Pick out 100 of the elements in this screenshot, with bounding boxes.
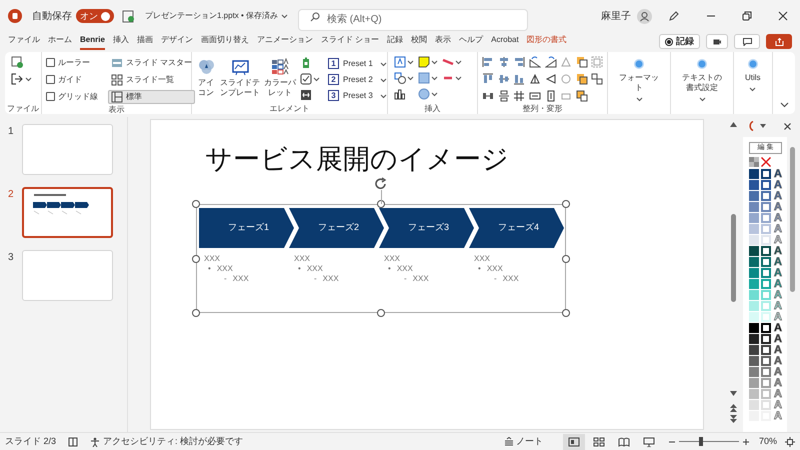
resize-handle[interactable]: [562, 309, 570, 317]
close-icon[interactable]: [778, 11, 788, 21]
slide-thumbnail[interactable]: [22, 187, 113, 238]
font-color-swatch[interactable]: A: [773, 268, 783, 278]
outline-swatch[interactable]: [761, 367, 771, 377]
outline-swatch[interactable]: [761, 180, 771, 190]
book-icon[interactable]: [68, 436, 78, 446]
collapse-ribbon-icon[interactable]: [780, 102, 789, 108]
outline-swatch[interactable]: [761, 323, 771, 333]
same-width-icon[interactable]: [528, 90, 541, 102]
color-swatch[interactable]: [749, 202, 759, 212]
outline-swatch[interactable]: [761, 334, 771, 344]
resize-handle[interactable]: [192, 254, 200, 262]
zoom-out-icon[interactable]: [668, 438, 675, 444]
preset-button[interactable]: 3 Preset 3: [328, 89, 387, 102]
sticky-note-button[interactable]: [418, 56, 438, 68]
color-swatch[interactable]: [749, 180, 759, 190]
shapes-button[interactable]: [394, 72, 414, 84]
font-color-swatch[interactable]: A: [773, 246, 783, 256]
outline-swatch[interactable]: [761, 202, 771, 212]
camera-button[interactable]: [706, 34, 728, 49]
record-button[interactable]: 記録: [659, 34, 700, 49]
font-color-swatch[interactable]: A: [773, 279, 783, 289]
ribbon-tab[interactable]: 画面切り替え: [200, 33, 249, 50]
font-color-swatch[interactable]: A: [773, 169, 783, 179]
pen-icon[interactable]: [668, 10, 680, 22]
color-swatch[interactable]: [749, 345, 759, 355]
autosave-toggle[interactable]: オン: [76, 9, 114, 23]
color-swatch[interactable]: [749, 323, 759, 333]
distribute-vertical-icon[interactable]: [498, 90, 510, 102]
large-button[interactable]: テキストの書式設定: [678, 56, 726, 114]
view-button[interactable]: スライド一覧: [108, 73, 196, 87]
rotate-left-icon[interactable]: [528, 56, 541, 68]
save-icon[interactable]: [122, 10, 135, 22]
exit-button[interactable]: [11, 73, 32, 85]
outline-swatch[interactable]: [761, 213, 771, 223]
resize-handle[interactable]: [192, 309, 200, 317]
distribute-horizontal-icon[interactable]: [482, 90, 494, 102]
view-button[interactable]: 標準: [108, 90, 196, 104]
crescent-icon[interactable]: [748, 121, 754, 131]
outline-swatch[interactable]: [761, 257, 771, 267]
color-swatch[interactable]: [749, 169, 759, 179]
font-color-swatch[interactable]: A: [773, 191, 783, 201]
color-swatch[interactable]: [749, 191, 759, 201]
ribbon-tab[interactable]: 表示: [435, 33, 452, 50]
color-swatch[interactable]: [749, 400, 759, 410]
font-color-swatch[interactable]: A: [773, 257, 783, 267]
checkbox[interactable]: グリッド線: [46, 90, 98, 103]
color-swatch[interactable]: [749, 301, 759, 311]
replace-shape-icon[interactable]: [576, 90, 588, 102]
fit-to-window-icon[interactable]: [785, 436, 795, 446]
color-swatch[interactable]: [749, 378, 759, 388]
resize-handle[interactable]: [562, 254, 570, 262]
ribbon-tab[interactable]: Benrie: [80, 33, 105, 50]
ribbon-tab[interactable]: Acrobat: [491, 33, 519, 50]
avatar-icon[interactable]: [637, 8, 652, 24]
color-swatch[interactable]: [749, 411, 759, 421]
restore-icon[interactable]: [742, 11, 752, 21]
scroll-down-icon[interactable]: [730, 391, 737, 396]
align-middle-icon[interactable]: [498, 73, 510, 85]
rotate-handle-icon[interactable]: [374, 177, 388, 191]
flip-horizontal-icon[interactable]: [544, 73, 556, 85]
color-swatch[interactable]: [749, 290, 759, 300]
font-color-swatch[interactable]: A: [773, 323, 783, 333]
close-icon[interactable]: [784, 123, 791, 130]
battery-icon[interactable]: [300, 57, 312, 69]
ribbon-tab[interactable]: ファイル: [8, 33, 40, 50]
color-swatch[interactable]: [749, 235, 759, 245]
bar-chart-icon[interactable]: [394, 88, 406, 100]
hash-icon[interactable]: [513, 90, 526, 102]
view-button[interactable]: [562, 434, 585, 450]
large-button[interactable]: スライドテンプレート: [220, 56, 260, 103]
ribbon-tab[interactable]: ホーム: [48, 33, 72, 50]
same-height-icon[interactable]: [544, 90, 556, 102]
font-color-swatch[interactable]: A: [773, 378, 783, 388]
ribbon-tab[interactable]: 校閲: [411, 33, 428, 50]
ungroup-icon[interactable]: [591, 73, 604, 85]
rectangle-button[interactable]: [418, 72, 438, 84]
align-top-icon[interactable]: [482, 73, 494, 85]
outline-swatch[interactable]: [761, 356, 771, 366]
large-button[interactable]: カラーパレット: [264, 56, 296, 103]
font-color-swatch[interactable]: A: [773, 356, 783, 366]
checklist-button[interactable]: [300, 73, 320, 85]
search-field[interactable]: 検索 (Alt+Q): [298, 8, 528, 30]
transparent-swatch-icon[interactable]: [749, 157, 759, 167]
zoom-in-icon[interactable]: [742, 438, 749, 444]
comment-button[interactable]: [734, 34, 760, 49]
font-color-swatch[interactable]: A: [773, 367, 783, 377]
color-swatch[interactable]: [749, 356, 759, 366]
zoom-slider-thumb[interactable]: [698, 437, 703, 446]
previous-slide-icon[interactable]: [730, 404, 737, 412]
ribbon-tab[interactable]: アニメーション: [256, 33, 313, 50]
outline-swatch[interactable]: [761, 345, 771, 355]
outline-swatch[interactable]: [761, 191, 771, 201]
color-swatch[interactable]: [749, 389, 759, 399]
align-center-icon[interactable]: [498, 56, 510, 68]
outline-swatch[interactable]: [761, 378, 771, 388]
color-swatch[interactable]: [749, 213, 759, 223]
clear-color-icon[interactable]: [761, 157, 771, 167]
ribbon-tab[interactable]: スライド ショー: [320, 33, 380, 50]
